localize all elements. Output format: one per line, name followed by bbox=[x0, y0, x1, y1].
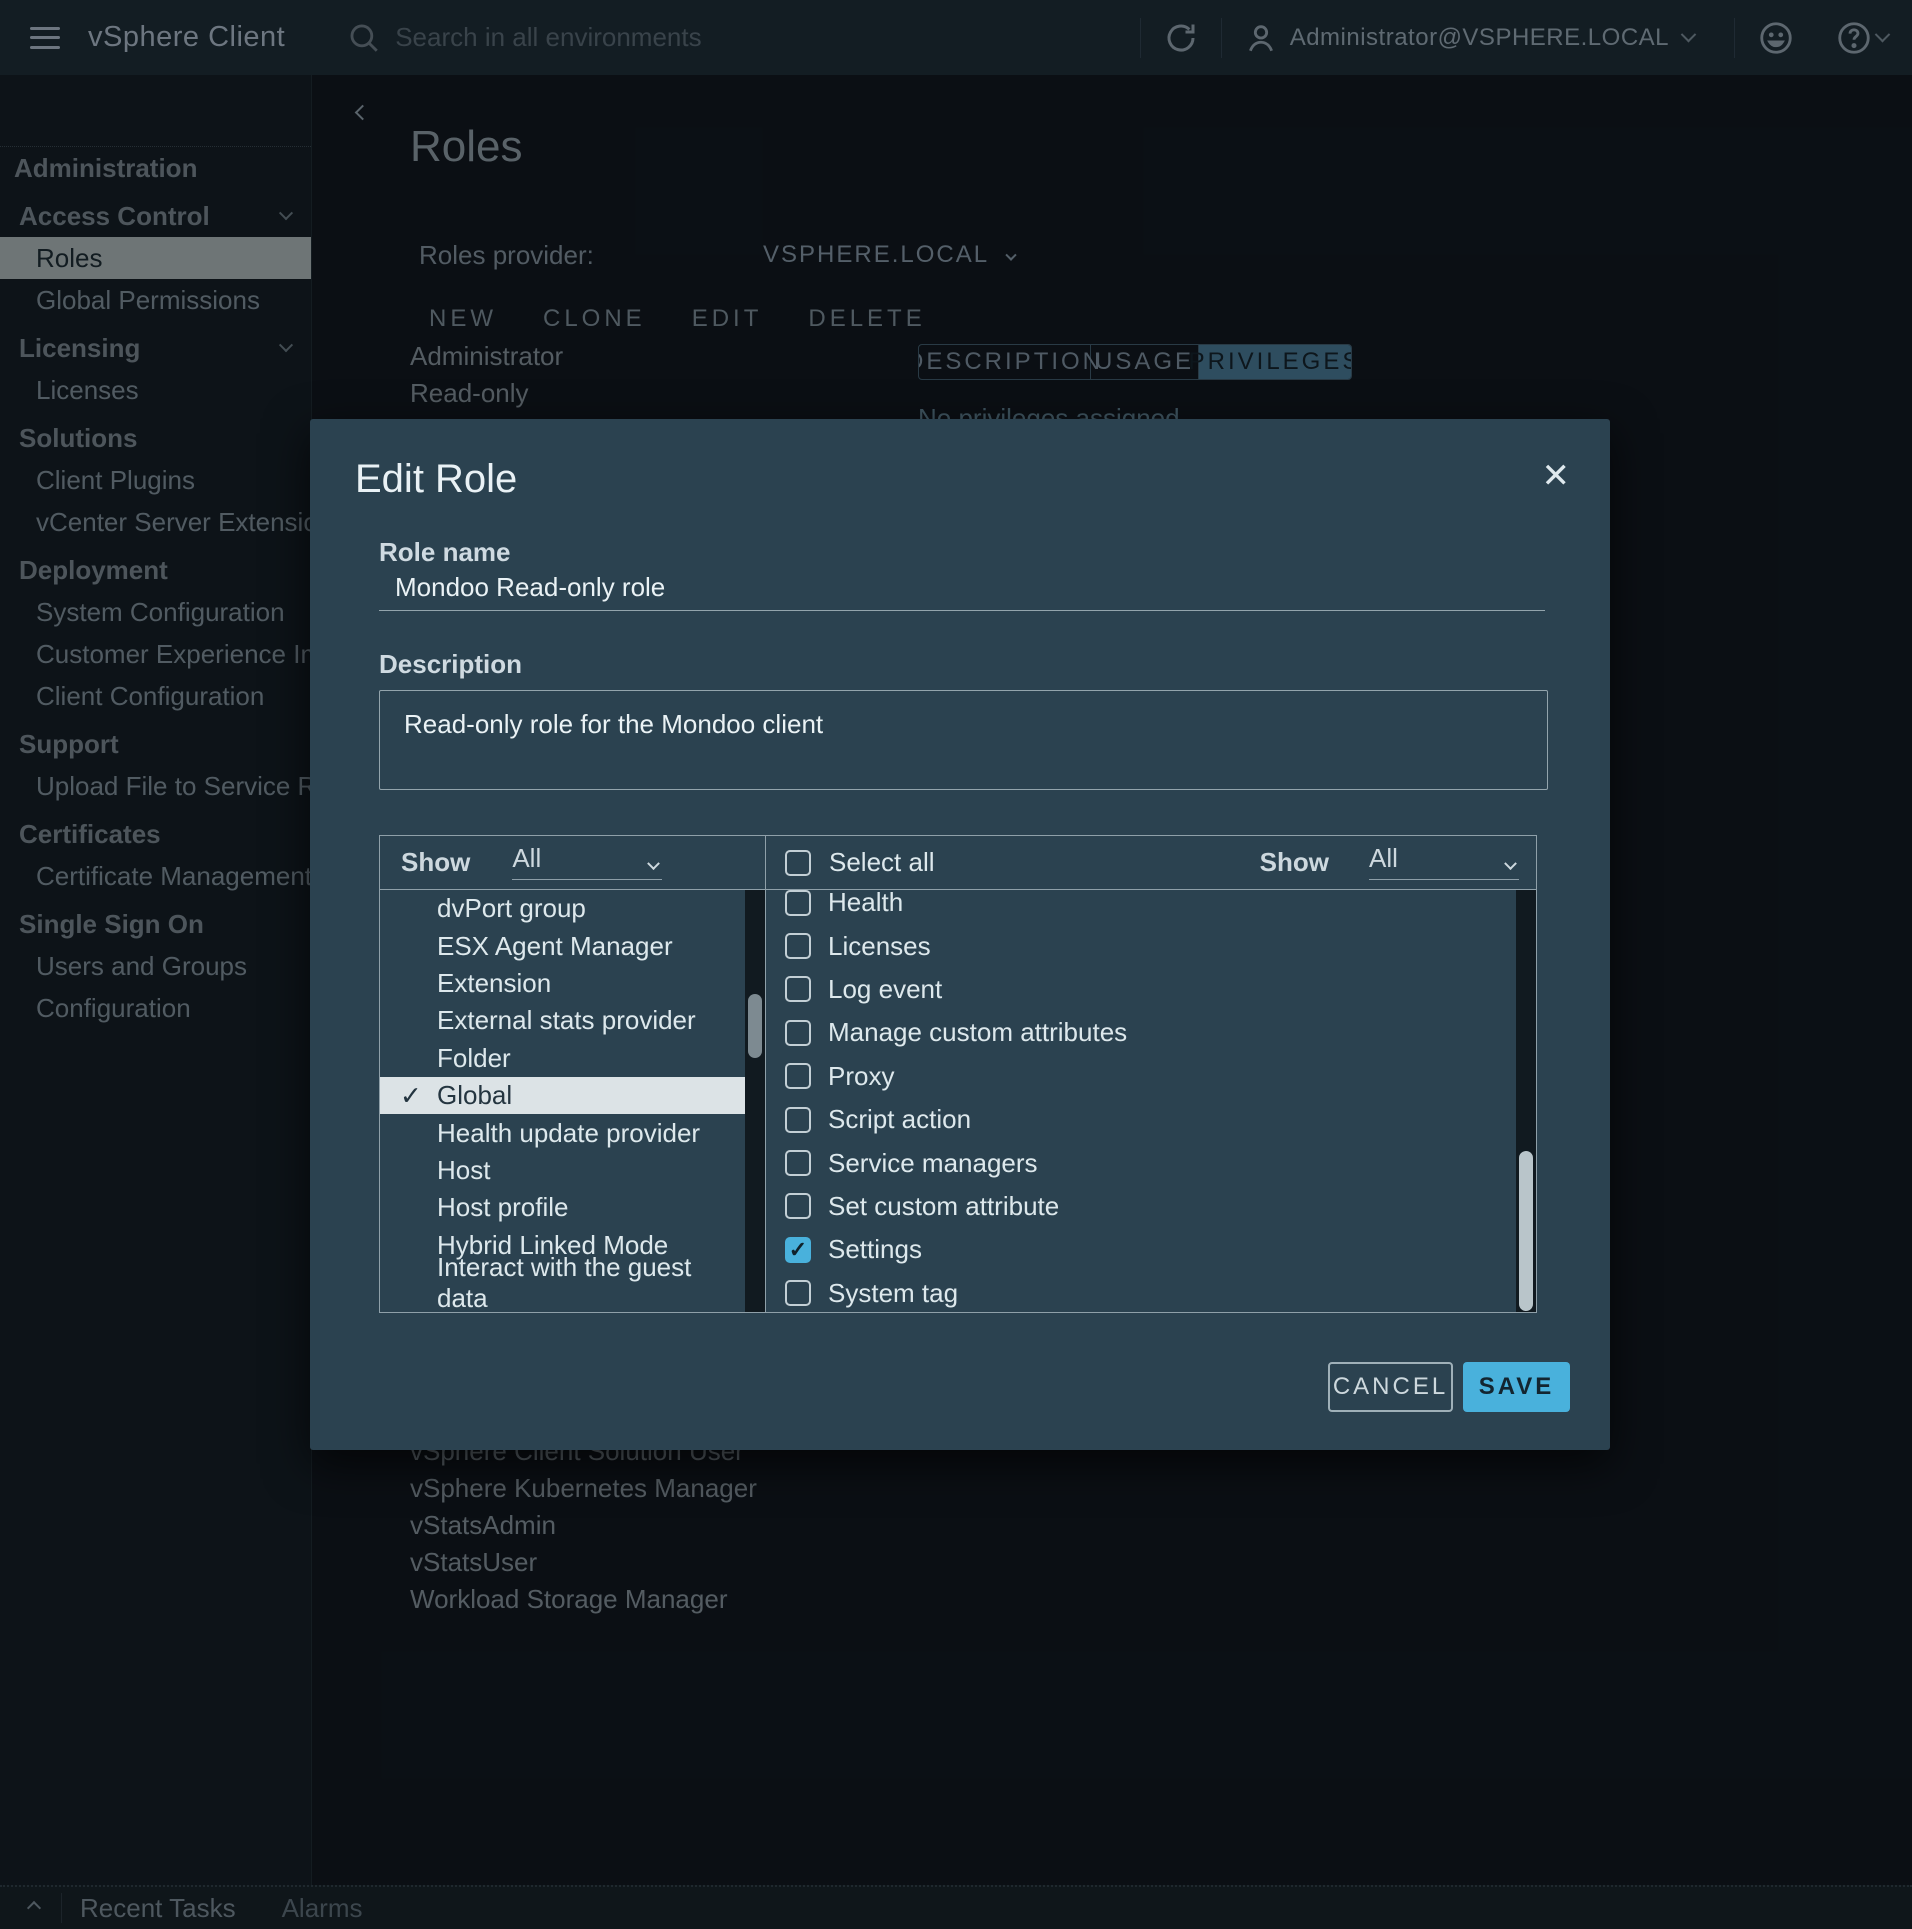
scrollbar-track bbox=[745, 890, 765, 1312]
privilege-category-health-update-provider[interactable]: Health update provider bbox=[380, 1114, 745, 1151]
privilege-category-folder[interactable]: Folder bbox=[380, 1040, 745, 1077]
privileges-list: Health Licenses Log event Manage custom att… bbox=[766, 890, 1536, 1312]
scrollbar-track bbox=[1516, 890, 1536, 1312]
role-name-label: Role name bbox=[379, 537, 511, 568]
privilege-label: Proxy bbox=[828, 1061, 894, 1092]
privilege-items-pane: Select all Show All Health Licenses Log ev… bbox=[766, 836, 1536, 1312]
privilege-checkbox-licenses[interactable] bbox=[785, 933, 811, 959]
privilege-category-label: External stats provider bbox=[437, 1005, 696, 1036]
privilege-category-label: Folder bbox=[437, 1043, 511, 1074]
close-icon[interactable]: ✕ bbox=[1542, 459, 1571, 493]
privilege-category-external-stats-provider[interactable]: External stats provider bbox=[380, 1002, 745, 1039]
privilege-label: Service managers bbox=[828, 1148, 1038, 1179]
privilege-row-health[interactable]: Health bbox=[766, 890, 1516, 924]
privilege-categories-pane: Show All dvPort group ESX Agent Manager Ex… bbox=[380, 836, 766, 1312]
show-label: Show bbox=[401, 847, 470, 878]
privileges-show-dropdown[interactable]: All bbox=[1369, 845, 1519, 880]
privilege-label: Log event bbox=[828, 974, 942, 1005]
privilege-checkbox-system-tag[interactable] bbox=[785, 1280, 811, 1306]
description-label: Description bbox=[379, 649, 522, 680]
scrollbar-thumb[interactable] bbox=[748, 994, 762, 1058]
privilege-row-script-action[interactable]: Script action bbox=[766, 1098, 1516, 1141]
scrollbar-thumb[interactable] bbox=[1519, 1151, 1533, 1311]
privilege-category-host-profile[interactable]: Host profile bbox=[380, 1189, 745, 1226]
vsphere-client-screen: vSphere Client Search in all environment… bbox=[0, 0, 1912, 1929]
privilege-label: Set custom attribute bbox=[828, 1191, 1059, 1222]
privilege-row-log-event[interactable]: Log event bbox=[766, 968, 1516, 1011]
privilege-category-esx-agent-manager[interactable]: ESX Agent Manager bbox=[380, 927, 745, 964]
show-value: All bbox=[1369, 845, 1398, 871]
privileges-header: Select all Show All bbox=[766, 836, 1536, 890]
privilege-category-interact-with-the-guest-data[interactable]: Interact with the guest data bbox=[380, 1264, 745, 1301]
privilege-checkbox-settings[interactable]: ✓ bbox=[785, 1237, 811, 1263]
privilege-checkbox-manage-custom-attributes[interactable] bbox=[785, 1020, 811, 1046]
privilege-category-label: Host bbox=[437, 1155, 490, 1186]
privilege-label: Health bbox=[828, 890, 903, 918]
privileges-panel: Show All dvPort group ESX Agent Manager Ex… bbox=[379, 835, 1537, 1313]
privilege-category-label: Health update provider bbox=[437, 1118, 700, 1149]
privilege-row-proxy[interactable]: Proxy bbox=[766, 1055, 1516, 1098]
privilege-label: Licenses bbox=[828, 931, 931, 962]
privilege-label: Settings bbox=[828, 1234, 922, 1265]
privilege-checkbox-log-event[interactable] bbox=[785, 976, 811, 1002]
categories-header: Show All bbox=[380, 836, 765, 890]
privilege-category-host[interactable]: Host bbox=[380, 1152, 745, 1189]
privilege-label: Manage custom attributes bbox=[828, 1017, 1127, 1048]
privilege-label: Script action bbox=[828, 1104, 971, 1135]
check-icon: ✓ bbox=[400, 1080, 422, 1111]
privilege-category-global[interactable]: ✓ Global bbox=[380, 1077, 745, 1114]
description-textarea[interactable]: Read-only role for the Mondoo client bbox=[379, 690, 1548, 790]
privilege-checkbox-script-action[interactable] bbox=[785, 1107, 811, 1133]
categories-show-dropdown[interactable]: All bbox=[512, 845, 662, 880]
privilege-checkbox-service-managers[interactable] bbox=[785, 1150, 811, 1176]
privilege-row-system-tag[interactable]: System tag bbox=[766, 1272, 1516, 1312]
privilege-row-licenses[interactable]: Licenses bbox=[766, 924, 1516, 967]
privilege-category-label: Extension bbox=[437, 968, 551, 999]
chevron-down-icon bbox=[647, 857, 660, 870]
role-name-input[interactable] bbox=[379, 571, 1545, 611]
privilege-category-label: Global bbox=[437, 1080, 512, 1111]
privilege-label: System tag bbox=[828, 1278, 958, 1309]
edit-role-modal: Edit Role ✕ Role name Description Read-o… bbox=[310, 419, 1610, 1450]
show-value: All bbox=[512, 845, 541, 871]
save-button[interactable]: SAVE bbox=[1463, 1362, 1570, 1412]
privilege-category-label: Interact with the guest data bbox=[437, 1252, 745, 1312]
privilege-checkbox-set-custom-attribute[interactable] bbox=[785, 1193, 811, 1219]
privilege-category-dvport-group[interactable]: dvPort group bbox=[380, 890, 745, 927]
privilege-row-settings[interactable]: ✓ Settings bbox=[766, 1228, 1516, 1271]
select-all-label: Select all bbox=[829, 847, 935, 878]
cancel-button[interactable]: CANCEL bbox=[1328, 1362, 1453, 1412]
privilege-category-label: Host profile bbox=[437, 1192, 569, 1223]
privilege-row-service-managers[interactable]: Service managers bbox=[766, 1141, 1516, 1184]
show-label: Show bbox=[1260, 847, 1329, 878]
modal-title: Edit Role bbox=[355, 457, 517, 502]
privilege-category-label: ESX Agent Manager bbox=[437, 931, 673, 962]
select-all-checkbox[interactable] bbox=[785, 850, 811, 876]
privilege-row-set-custom-attribute[interactable]: Set custom attribute bbox=[766, 1185, 1516, 1228]
categories-list: dvPort group ESX Agent Manager Extension Ex… bbox=[380, 890, 765, 1312]
privilege-row-manage-custom-attributes[interactable]: Manage custom attributes bbox=[766, 1011, 1516, 1054]
privilege-checkbox-health[interactable] bbox=[785, 890, 811, 916]
privilege-category-label: dvPort group bbox=[437, 893, 586, 924]
chevron-down-icon bbox=[1504, 857, 1517, 870]
privilege-checkbox-proxy[interactable] bbox=[785, 1063, 811, 1089]
privilege-category-extension[interactable]: Extension bbox=[380, 965, 745, 1002]
